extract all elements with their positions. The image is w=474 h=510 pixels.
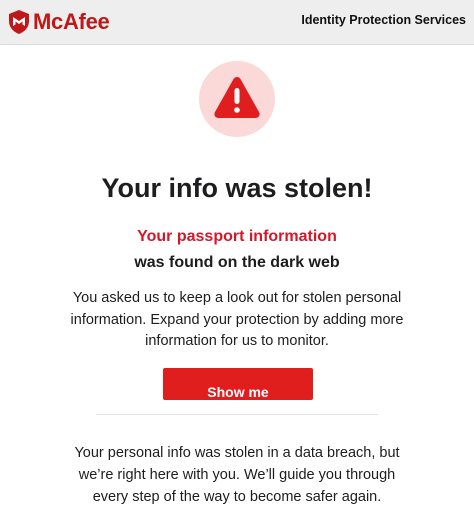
alert-badge xyxy=(199,61,275,137)
footer-paragraph: Your personal info was stolen in a data … xyxy=(74,445,400,505)
alert-subline: was found on the dark web xyxy=(134,254,340,271)
alert-highlight: Your passport information xyxy=(137,228,337,245)
email-header: McAfee Identity Protection Services xyxy=(0,0,474,45)
show-me-button[interactable]: Show me xyxy=(163,368,313,400)
divider xyxy=(96,414,378,415)
headline: Your info was stolen! xyxy=(101,173,373,203)
mcafee-shield-icon xyxy=(9,10,29,34)
brand-name: McAfee xyxy=(33,9,110,34)
mcafee-logo[interactable]: McAfee xyxy=(8,7,110,37)
body-paragraph: You asked us to keep a look out for stol… xyxy=(70,290,404,349)
warning-icon xyxy=(214,77,260,118)
service-label: Identity Protection Services xyxy=(301,13,466,27)
